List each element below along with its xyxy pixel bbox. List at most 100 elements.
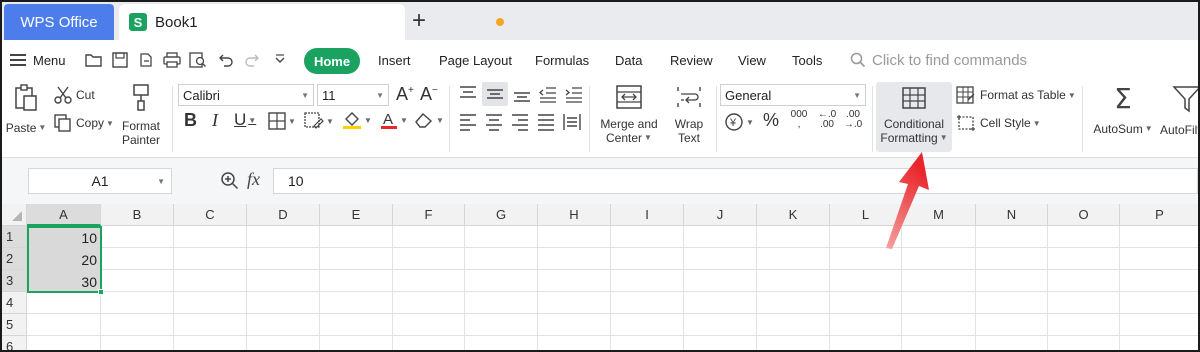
cell[interactable] xyxy=(27,292,101,314)
cell[interactable] xyxy=(1048,336,1120,350)
column-header-i[interactable]: I xyxy=(611,204,684,226)
cell[interactable] xyxy=(247,336,320,350)
font-size-dropdown[interactable]: 11 ▼ xyxy=(317,84,389,106)
tab-review[interactable]: Review xyxy=(670,40,713,80)
print-icon[interactable] xyxy=(162,50,182,70)
align-left-button[interactable] xyxy=(458,112,478,132)
format-painter-button[interactable]: Format Painter xyxy=(118,84,164,147)
cell[interactable] xyxy=(538,226,611,248)
cell[interactable] xyxy=(976,336,1048,350)
cell[interactable] xyxy=(902,270,976,292)
decrease-decimal-button[interactable]: .00 →.0 xyxy=(842,110,864,130)
cell[interactable] xyxy=(1048,248,1120,270)
align-top-button[interactable] xyxy=(458,84,478,104)
column-header-k[interactable]: K xyxy=(757,204,830,226)
cell[interactable] xyxy=(174,226,247,248)
column-header-c[interactable]: C xyxy=(174,204,247,226)
cell[interactable] xyxy=(393,314,465,336)
cell[interactable] xyxy=(1048,270,1120,292)
increase-decimal-button[interactable]: ←.0.00 xyxy=(816,110,838,130)
font-name-dropdown[interactable]: Calibri ▼ xyxy=(178,84,314,106)
borders-button[interactable]: ▼ xyxy=(268,112,296,130)
cell[interactable] xyxy=(538,248,611,270)
cell[interactable] xyxy=(101,292,174,314)
row-header-2[interactable]: 2 xyxy=(2,248,27,270)
print-preview-icon[interactable] xyxy=(188,50,208,70)
paste-button[interactable]: Paste ▼ xyxy=(6,84,46,135)
italic-button[interactable]: I xyxy=(212,110,218,131)
tab-tools[interactable]: Tools xyxy=(792,40,822,80)
cell[interactable] xyxy=(465,248,538,270)
cell[interactable] xyxy=(538,292,611,314)
cell[interactable] xyxy=(684,336,757,350)
clear-button[interactable]: ▼ xyxy=(414,112,444,128)
column-header-b[interactable]: B xyxy=(101,204,174,226)
cell[interactable] xyxy=(393,292,465,314)
cell[interactable] xyxy=(320,248,393,270)
cell[interactable] xyxy=(684,270,757,292)
row-header-5[interactable]: 5 xyxy=(2,314,27,336)
cell[interactable] xyxy=(611,314,684,336)
cell[interactable] xyxy=(830,314,902,336)
cell[interactable] xyxy=(684,292,757,314)
cell[interactable] xyxy=(101,314,174,336)
cell[interactable] xyxy=(465,314,538,336)
redo-icon[interactable] xyxy=(242,50,262,70)
row-header-4[interactable]: 4 xyxy=(2,292,27,314)
cell[interactable] xyxy=(320,314,393,336)
cell[interactable] xyxy=(174,270,247,292)
cell[interactable] xyxy=(976,226,1048,248)
column-header-n[interactable]: N xyxy=(976,204,1048,226)
cell[interactable] xyxy=(320,336,393,350)
cell[interactable] xyxy=(174,248,247,270)
cell[interactable] xyxy=(757,292,830,314)
copy-button[interactable]: Copy ▼ xyxy=(54,114,114,132)
decrease-indent-button[interactable] xyxy=(538,84,558,104)
cell[interactable] xyxy=(101,336,174,350)
cell[interactable] xyxy=(247,270,320,292)
cell[interactable] xyxy=(320,226,393,248)
cell[interactable] xyxy=(320,270,393,292)
cell[interactable] xyxy=(757,248,830,270)
cell[interactable] xyxy=(684,314,757,336)
cell[interactable] xyxy=(465,270,538,292)
cell[interactable] xyxy=(465,336,538,350)
cell[interactable] xyxy=(27,314,101,336)
formula-input[interactable]: 10 xyxy=(273,168,1198,194)
cell[interactable] xyxy=(1120,226,1198,248)
tab-insert[interactable]: Insert xyxy=(378,40,411,80)
cell[interactable] xyxy=(757,226,830,248)
cell[interactable] xyxy=(174,336,247,350)
tab-data[interactable]: Data xyxy=(615,40,642,80)
cell[interactable] xyxy=(465,226,538,248)
percent-button[interactable]: % xyxy=(763,110,779,131)
tab-formulas[interactable]: Formulas xyxy=(535,40,589,80)
cell[interactable] xyxy=(976,314,1048,336)
align-middle-button[interactable] xyxy=(482,82,508,106)
cell[interactable] xyxy=(1048,292,1120,314)
row-header-1[interactable]: 1 xyxy=(2,226,27,248)
cell[interactable] xyxy=(320,292,393,314)
fill-color-button[interactable]: ▼ xyxy=(342,110,372,130)
cell[interactable] xyxy=(902,336,976,350)
cell[interactable] xyxy=(757,270,830,292)
cell[interactable] xyxy=(1120,314,1198,336)
cell[interactable] xyxy=(684,226,757,248)
cell[interactable] xyxy=(902,314,976,336)
cell[interactable] xyxy=(830,336,902,350)
format-as-table-button[interactable]: Format as Table ▼ xyxy=(956,86,1076,104)
column-header-a[interactable]: A xyxy=(27,204,101,226)
cell[interactable] xyxy=(465,292,538,314)
cell[interactable] xyxy=(247,292,320,314)
cell[interactable] xyxy=(101,248,174,270)
cell[interactable] xyxy=(247,248,320,270)
row-header-6[interactable]: 6 xyxy=(2,336,27,350)
column-header-e[interactable]: E xyxy=(320,204,393,226)
cut-button[interactable]: Cut xyxy=(54,86,95,104)
cell[interactable] xyxy=(27,336,101,350)
cell[interactable] xyxy=(611,270,684,292)
cell[interactable] xyxy=(611,292,684,314)
cell[interactable] xyxy=(538,336,611,350)
format-cells-button[interactable]: ▼ xyxy=(304,112,334,130)
zoom-search-button[interactable] xyxy=(220,171,240,191)
